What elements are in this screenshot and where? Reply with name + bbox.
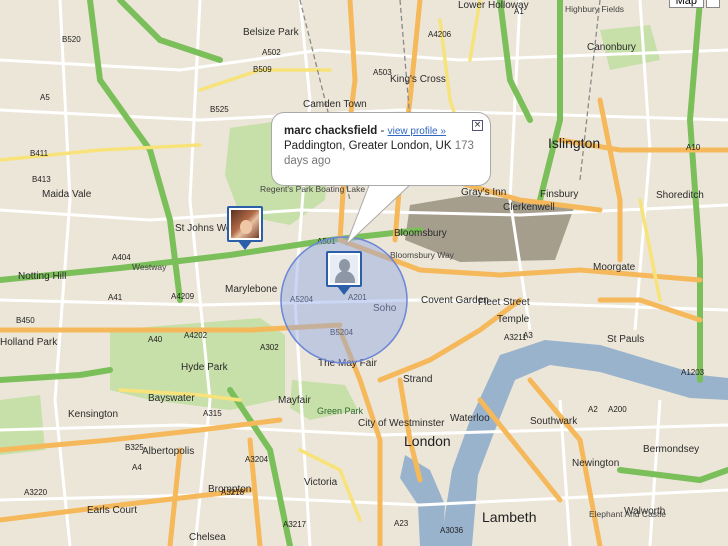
road-a4: A4 xyxy=(132,463,142,472)
label-grays-inn: Gray's Inn xyxy=(461,187,506,198)
label-green-park: Green Park xyxy=(317,406,364,416)
label-finsbury: Finsbury xyxy=(540,189,578,200)
map-type-button[interactable]: Map xyxy=(668,0,704,8)
label-lambeth: Lambeth xyxy=(482,509,536,525)
road-a3036: A3036 xyxy=(440,526,464,535)
label-moorgate: Moorgate xyxy=(593,262,636,273)
user-avatar-photo xyxy=(231,210,259,238)
road-b509: B509 xyxy=(253,65,272,74)
label-holland-park: Holland Park xyxy=(0,337,58,348)
label-hyde-park: Hyde Park xyxy=(181,362,229,373)
label-clerkenwell: Clerkenwell xyxy=(503,202,555,213)
road-b411: B411 xyxy=(30,149,49,158)
name-separator: - xyxy=(380,125,385,137)
info-window-tail xyxy=(345,180,414,246)
label-camden-town: Camden Town xyxy=(303,99,367,110)
map-canvas[interactable]: Lower Holloway Highbury Fields Belsize P… xyxy=(0,0,728,546)
road-a40: A40 xyxy=(148,335,163,344)
anonymous-user-marker[interactable] xyxy=(326,251,362,295)
road-a5: A5 xyxy=(40,93,50,102)
days-ago-label: days ago xyxy=(284,155,331,167)
map-type-extra-button[interactable] xyxy=(706,0,720,8)
label-temple: Temple xyxy=(497,314,530,325)
label-marylebone: Marylebone xyxy=(225,284,278,295)
label-london: London xyxy=(404,433,451,449)
road-a3220: A3220 xyxy=(24,488,48,497)
label-kensington: Kensington xyxy=(68,409,118,420)
map-type-control[interactable]: Map xyxy=(668,0,720,8)
label-waterloo: Waterloo xyxy=(450,413,490,424)
road-a4202: A4202 xyxy=(184,331,208,340)
road-a3211: A3211 xyxy=(504,333,527,342)
person-silhouette-icon xyxy=(330,255,358,283)
label-chelsea: Chelsea xyxy=(189,532,226,543)
label-earls-court: Earls Court xyxy=(87,505,137,516)
user-photo-marker[interactable] xyxy=(227,206,263,250)
label-westway: Westway xyxy=(132,262,167,272)
info-window-content: marc chacksfield - view profile » Paddin… xyxy=(284,124,476,169)
road-a1203: A1203 xyxy=(681,368,705,377)
road-a502: A502 xyxy=(262,48,281,57)
road-a10: A10 xyxy=(686,143,701,152)
label-mayfair: Mayfair xyxy=(278,395,311,406)
view-profile-link[interactable]: view profile » xyxy=(388,126,446,137)
road-a302: A302 xyxy=(260,343,279,352)
label-bloomsbury-way: Bloomsbury Way xyxy=(390,250,455,260)
info-window: × marc chacksfield - view profile » Padd… xyxy=(272,113,490,185)
road-a3217: A3217 xyxy=(283,520,307,529)
road-a404: A404 xyxy=(112,253,131,262)
map-view[interactable]: Lower Holloway Highbury Fields Belsize P… xyxy=(0,0,728,546)
label-shoreditch: Shoreditch xyxy=(656,190,704,201)
label-maida-vale: Maida Vale xyxy=(42,189,92,200)
label-kings-cross: King's Cross xyxy=(390,74,446,85)
user-name: marc chacksfield xyxy=(284,125,378,137)
label-islington: Islington xyxy=(548,135,600,151)
label-newington: Newington xyxy=(572,458,619,469)
road-a2: A2 xyxy=(588,405,598,414)
road-b325: B325 xyxy=(125,443,144,452)
road-a503: A503 xyxy=(373,68,392,77)
label-bermondsey: Bermondsey xyxy=(643,444,699,455)
road-a315: A315 xyxy=(203,409,222,418)
road-a4206: A4206 xyxy=(428,30,452,39)
label-notting-hill: Notting Hill xyxy=(18,271,66,282)
label-fleet-street: Fleet Street xyxy=(478,297,530,308)
road-b450: B450 xyxy=(16,316,35,325)
road-a41: A41 xyxy=(108,293,123,302)
road-b525: B525 xyxy=(210,105,229,114)
label-albertopolis: Albertopolis xyxy=(142,446,194,457)
road-a4209: A4209 xyxy=(171,292,195,301)
user-location: Paddington, Greater London, UK xyxy=(284,140,452,152)
label-strand: Strand xyxy=(403,374,432,385)
days-count: 173 xyxy=(454,140,474,152)
label-southwark: Southwark xyxy=(530,416,578,427)
road-a3204: A3204 xyxy=(245,455,269,464)
road-b413: B413 xyxy=(32,175,51,184)
road-a3218: A3218 xyxy=(221,488,245,497)
label-elephant-and-castle: Elephant And Castle xyxy=(589,509,666,519)
label-belsize-park: Belsize Park xyxy=(243,27,300,38)
label-highbury-fields: Highbury Fields xyxy=(565,4,624,14)
road-a1: A1 xyxy=(514,7,524,16)
road-b520: B520 xyxy=(62,35,81,44)
label-city-of-westminster: City of Westminster xyxy=(358,418,445,429)
label-st-pauls: St Pauls xyxy=(607,334,644,345)
label-bayswater: Bayswater xyxy=(148,393,195,404)
road-a23: A23 xyxy=(394,519,409,528)
label-canonbury: Canonbury xyxy=(587,42,636,53)
label-victoria: Victoria xyxy=(304,477,338,488)
road-a200: A200 xyxy=(608,405,627,414)
